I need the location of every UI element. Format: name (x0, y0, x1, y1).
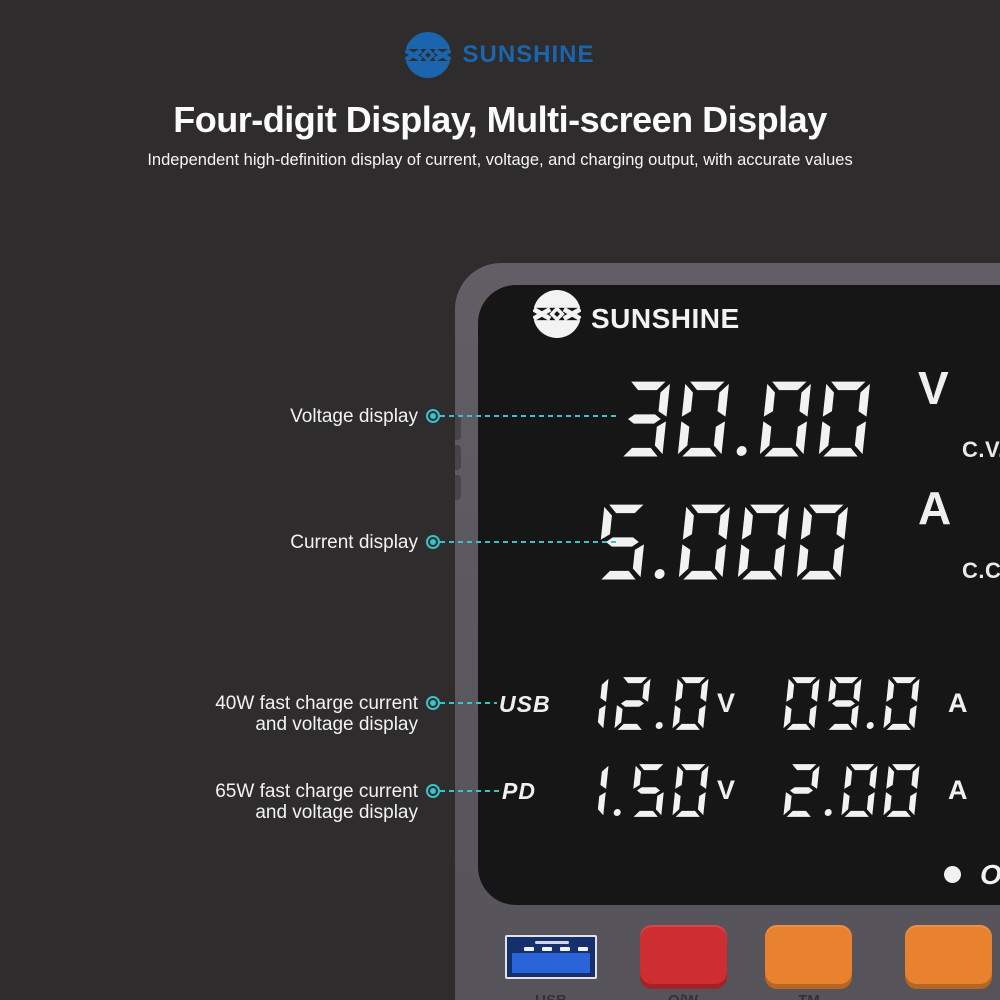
callout-40w-fast-charge: 40W fast charge current and voltage disp… (118, 693, 497, 735)
callout-leader-line (440, 541, 619, 543)
callout-label: Voltage display (118, 406, 418, 427)
callout-voltage-display: Voltage display (118, 406, 619, 427)
orange-function-button (765, 925, 852, 989)
callout-65w-fast-charge: 65W fast charge current and voltage disp… (118, 781, 500, 823)
callout-marker-icon (426, 409, 440, 423)
pd-current-unit: A (948, 775, 968, 806)
page-subtitle: Independent high-definition display of c… (0, 151, 1000, 170)
sunshine-logo-icon (533, 290, 581, 338)
pd-channel-label: PD (502, 778, 536, 805)
usb-pin (578, 947, 588, 951)
cc-mode-label: C.C. (962, 558, 1000, 584)
callout-leader-line (440, 415, 619, 417)
sunshine-logo-icon (405, 32, 451, 78)
output-indicator-dot (944, 866, 961, 883)
brand-name: SUNSHINE (462, 41, 594, 69)
pd-voltage-unit: V (717, 775, 735, 806)
callout-label: Current display (118, 532, 418, 553)
voltage-unit: V (918, 361, 949, 415)
usb-voltage-display (571, 676, 709, 731)
callout-leader-line (440, 790, 500, 792)
page-title: Four-digit Display, Multi-screen Display (0, 99, 1000, 141)
usb-a-port (505, 935, 597, 979)
usb-pin (560, 947, 570, 951)
screen-brand-name: SUNSHINE (591, 303, 740, 335)
callout-label: 40W fast charge current and voltage disp… (118, 693, 418, 735)
usb-pin (524, 947, 534, 951)
device-screen: SUNSHINE V C.V. A C.C. USB V A PD V A O (478, 285, 1000, 905)
red-power-button (640, 925, 727, 989)
usb-voltage-unit: V (717, 688, 735, 719)
usb-pin (542, 947, 552, 951)
current-seven-segment-display (595, 503, 850, 581)
pd-current-display (782, 763, 920, 818)
usb-channel-label: USB (499, 691, 551, 718)
header-brand-row: SUNSHINE (0, 32, 1000, 78)
output-indicator-label: O (980, 859, 1000, 891)
port-label-ow: O/W (668, 992, 698, 1000)
orange-function-button (905, 925, 992, 989)
port-label-tm: TM (798, 992, 820, 1000)
callout-marker-icon (426, 784, 440, 798)
pd-voltage-display (571, 763, 709, 818)
power-supply-device: SUNSHINE V C.V. A C.C. USB V A PD V A O (455, 263, 1000, 1000)
usb-port-highlight (535, 941, 569, 944)
current-unit: A (918, 481, 951, 535)
callout-label: 65W fast charge current and voltage disp… (118, 781, 418, 823)
device-side-button (455, 475, 461, 500)
usb-current-display (782, 676, 920, 731)
device-side-button (455, 445, 461, 470)
cv-mode-label: C.V. (962, 437, 1000, 463)
usb-port-tongue (512, 953, 590, 973)
usb-current-unit: A (948, 688, 968, 719)
port-label-usb: USB (535, 992, 567, 1000)
callout-marker-icon (426, 696, 440, 710)
callout-current-display: Current display (118, 532, 619, 553)
callout-leader-line (440, 702, 497, 704)
voltage-seven-segment-display (617, 380, 872, 458)
callout-marker-icon (426, 535, 440, 549)
